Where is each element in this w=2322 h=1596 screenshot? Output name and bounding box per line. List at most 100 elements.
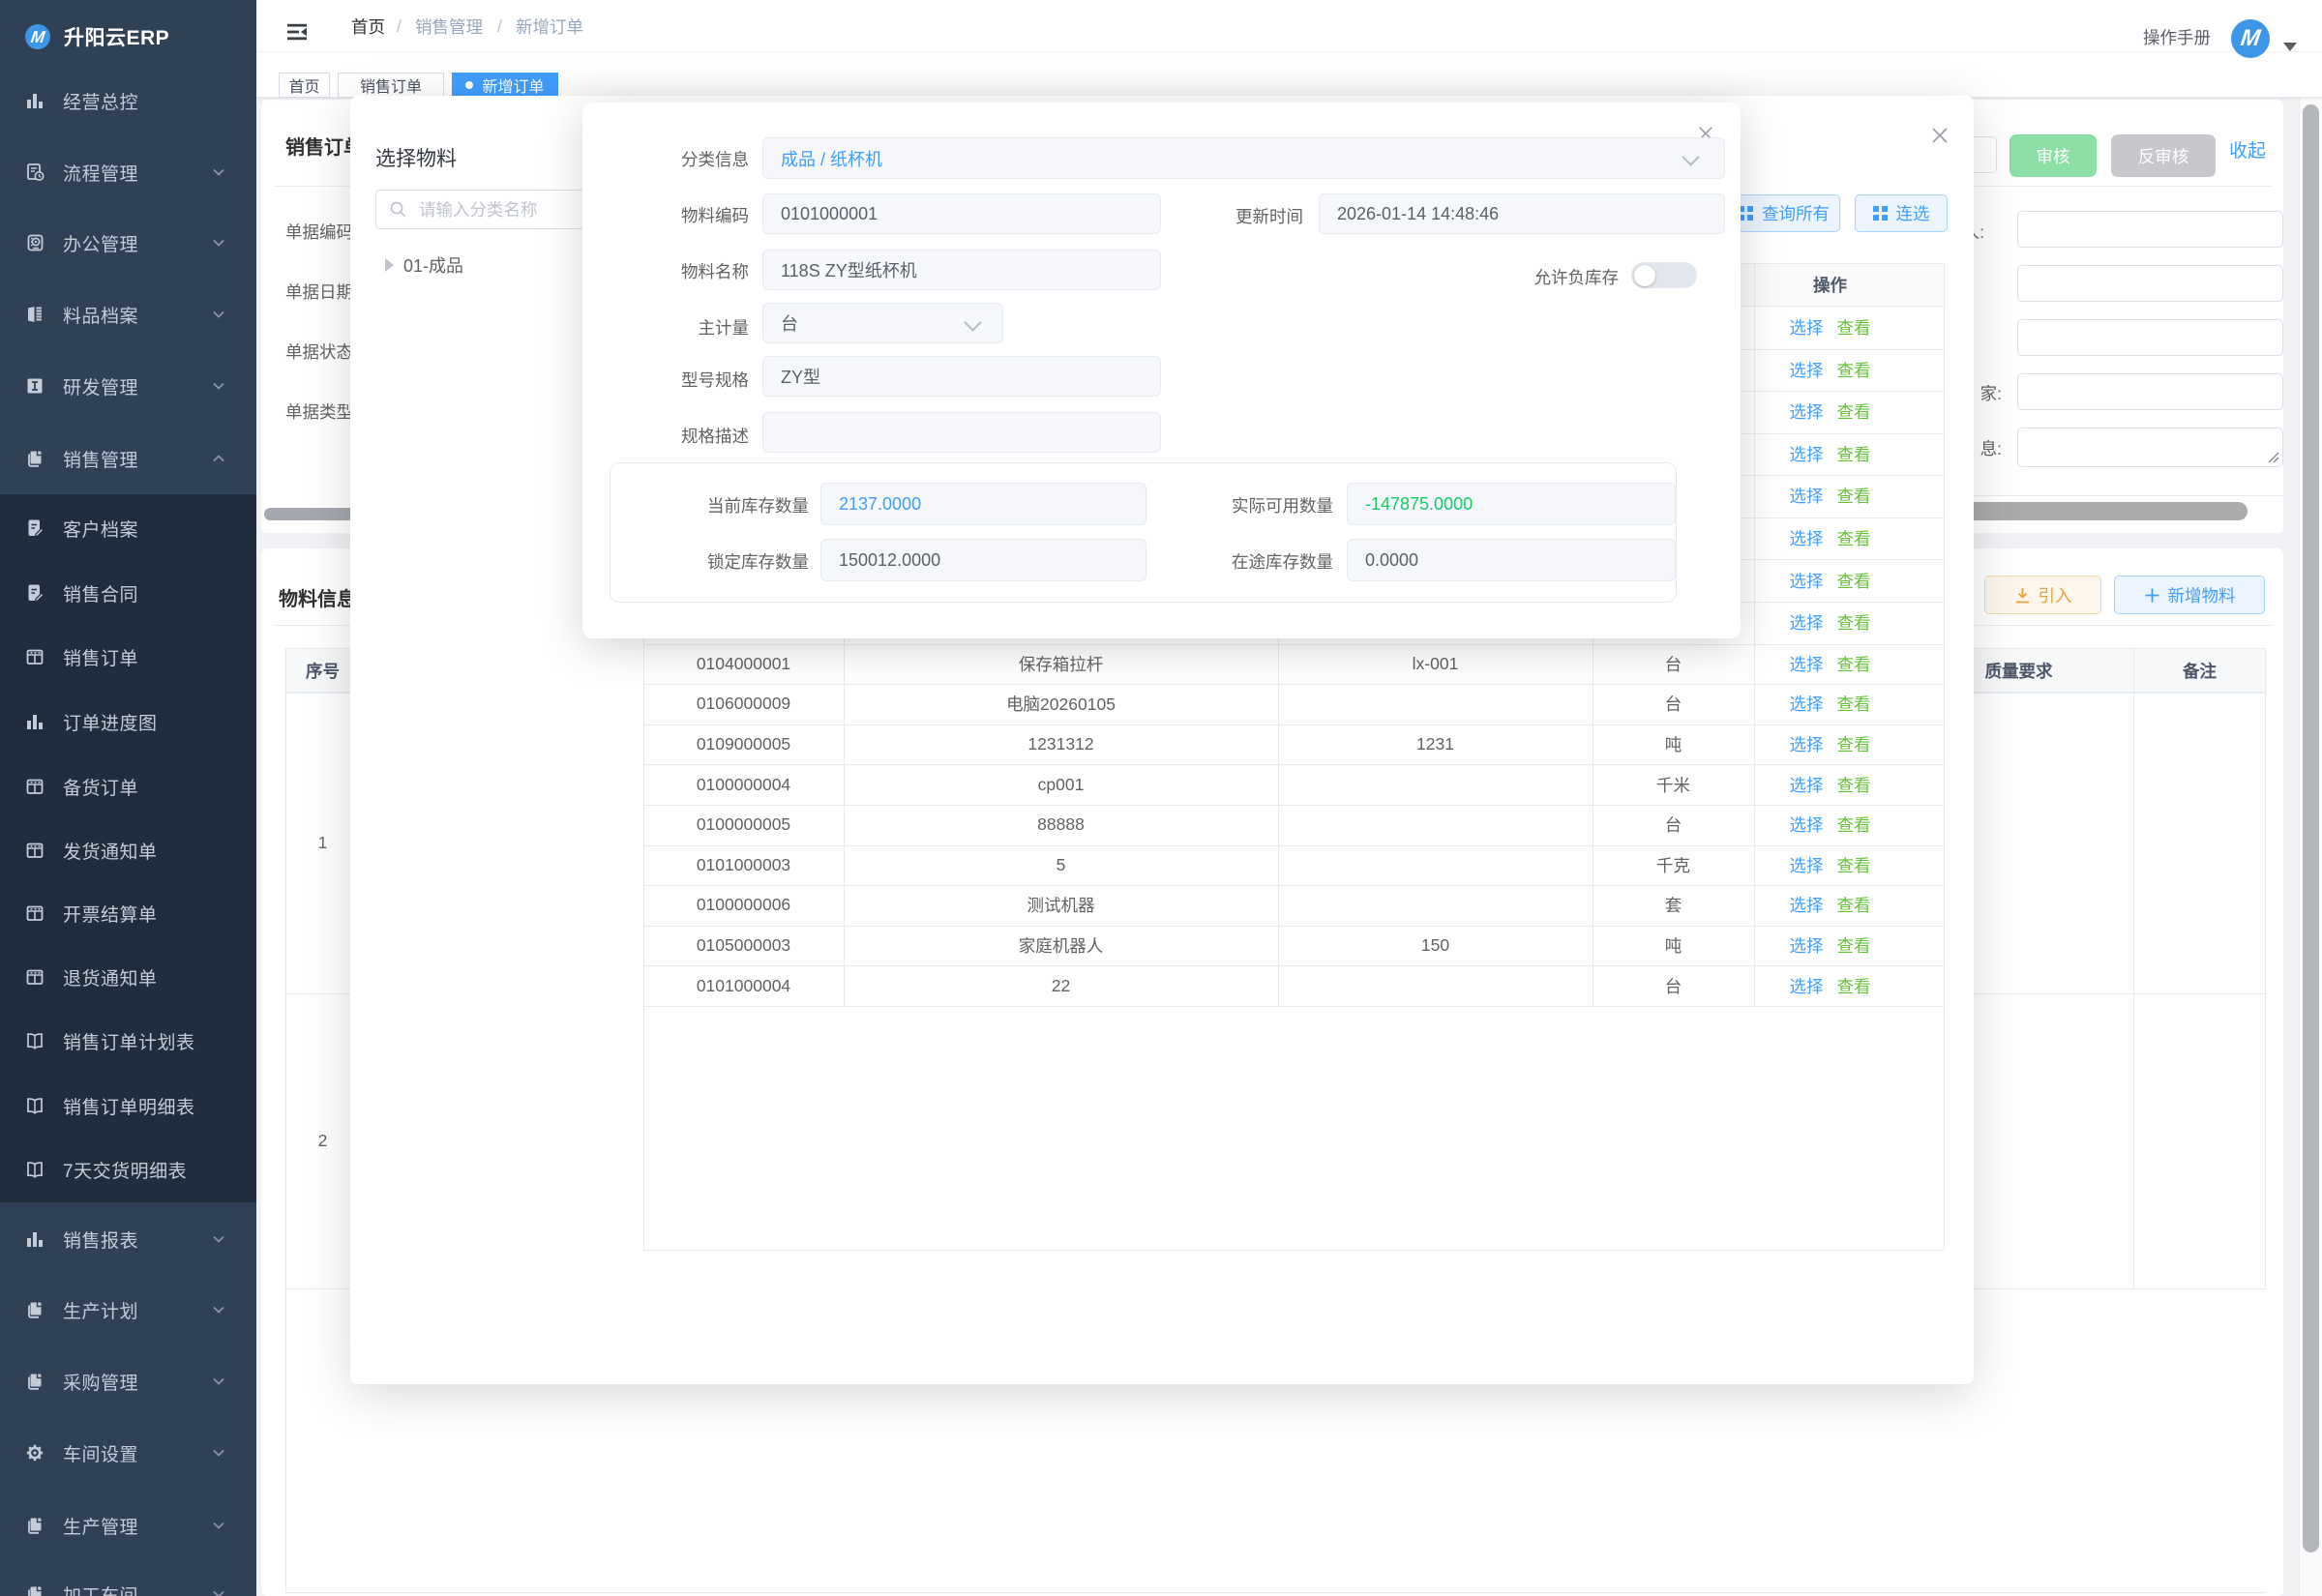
sidebar-item-6[interactable]: 客户档案 [0,496,256,560]
add-material-button[interactable]: 新增物料 [2114,576,2265,614]
sidebar-item-10[interactable]: 备货订单 [0,754,256,818]
sidebar-item-18[interactable]: 生产计划 [0,1278,256,1342]
sidebar-item-5[interactable]: 销售管理 [0,427,256,490]
select-link[interactable]: 选择 [1790,358,1824,382]
select-link[interactable]: 选择 [1790,484,1824,508]
select-link[interactable]: 选择 [1790,652,1824,676]
stock-current-input[interactable]: 2137.0000 [820,483,1146,525]
textarea-resize-grip[interactable] [2266,450,2279,463]
sidebar-item-8[interactable]: 销售订单 [0,625,256,689]
select-link[interactable]: 选择 [1790,773,1824,797]
order-right-input-0[interactable] [2017,211,2283,248]
sidebar-item-22[interactable]: 加工车间 [0,1562,256,1596]
view-link[interactable]: 查看 [1837,484,1871,508]
sidebar-item-17[interactable]: 销售报表 [0,1207,256,1271]
select-link[interactable]: 选择 [1790,526,1824,550]
view-link[interactable]: 查看 [1837,692,1871,716]
unit-select[interactable]: 台 [762,303,1003,343]
sidebar-item-9[interactable]: 订单进度图 [0,690,256,754]
import-button[interactable]: 引入 [1984,576,2101,614]
view-link[interactable]: 查看 [1837,442,1871,466]
breadcrumb-home[interactable]: 首页 [351,0,385,52]
view-link[interactable]: 查看 [1837,813,1871,837]
sidebar: M 升阳云ERP 经营总控 流程管理 办公管理 料品档案 研发管理 销售管理 客… [0,0,256,1596]
order-right-input-1[interactable] [2017,265,2283,302]
view-link[interactable]: 查看 [1837,569,1871,593]
select-link[interactable]: 选择 [1790,569,1824,593]
tab-sales-order[interactable]: 销售订单 [338,73,444,98]
view-link[interactable]: 查看 [1837,933,1871,958]
name-input[interactable]: 118S ZY型纸杯机 [762,250,1161,290]
view-link[interactable]: 查看 [1837,974,1871,998]
query-all-button[interactable]: 查询所有 [1728,194,1840,232]
tab-home[interactable]: 首页 [279,73,330,98]
stock-avail-input[interactable]: -147875.0000 [1347,483,1676,525]
select-link[interactable]: 选择 [1790,442,1824,466]
order-right-input-3[interactable] [2017,373,2283,410]
view-link[interactable]: 查看 [1837,399,1871,424]
sidebar-item-2[interactable]: 办公管理 [0,211,256,275]
sidebar-item-14[interactable]: 销售订单计划表 [0,1009,256,1073]
select-link[interactable]: 选择 [1790,399,1824,424]
sidebar-item-11[interactable]: 发货通知单 [0,818,256,882]
sidebar-item-19[interactable]: 采购管理 [0,1349,256,1413]
sidebar-item-15[interactable]: 销售订单明细表 [0,1074,256,1138]
order-right-input-2[interactable] [2017,319,2283,356]
view-link[interactable]: 查看 [1837,732,1871,756]
code-input[interactable]: 0101000001 [762,193,1161,234]
view-link[interactable]: 查看 [1837,358,1871,382]
vertical-scrollbar-track[interactable] [2299,98,2322,1596]
vertical-scrollbar-thumb[interactable] [2303,104,2319,1552]
category-select[interactable]: 成品 / 纸杯机 [762,137,1725,179]
select-link[interactable]: 选择 [1790,610,1824,635]
tree-caret-icon[interactable] [385,258,394,272]
modal-close-icon[interactable] [1930,126,1950,145]
desc-input[interactable] [762,412,1161,453]
sidebar-item-0[interactable]: 经营总控 [0,69,256,133]
sidebar-item-4[interactable]: 研发管理 [0,354,256,418]
select-link[interactable]: 选择 [1790,813,1824,837]
sidebar-item-13[interactable]: 退货通知单 [0,945,256,1009]
view-link[interactable]: 查看 [1837,853,1871,877]
select-link[interactable]: 选择 [1790,893,1824,917]
view-link[interactable]: 查看 [1837,893,1871,917]
collapse-link[interactable]: 收起 [2229,136,2266,163]
caret-down-icon[interactable] [2283,43,2297,51]
tab-new-order[interactable]: 新增订单 [452,73,558,98]
multi-select-button[interactable]: 连选 [1855,194,1948,232]
select-link[interactable]: 选择 [1790,933,1824,958]
unaudit-button[interactable]: 反审核 [2111,134,2216,177]
manual-link[interactable]: 操作手册 [2143,11,2211,63]
sidebar-item-3[interactable]: 料品档案 [0,282,256,346]
view-link[interactable]: 查看 [1837,610,1871,635]
sidebar-item-1[interactable]: 流程管理 [0,140,256,204]
sidebar-item-12[interactable]: 开票结算单 [0,881,256,945]
sidebar-item-label: 销售合同 [63,580,138,606]
sidebar-item-20[interactable]: 车间设置 [0,1421,256,1485]
hamburger-icon[interactable] [286,21,308,43]
stock-transit-input[interactable]: 0.0000 [1347,539,1676,581]
audit-button[interactable]: 审核 [2009,134,2097,177]
grid-icon [1873,206,1888,221]
select-link[interactable]: 选择 [1790,974,1824,998]
model-input[interactable]: ZY型 [762,356,1161,397]
tree-node-label[interactable]: 01-成品 [403,252,463,278]
select-link[interactable]: 选择 [1790,732,1824,756]
sidebar-item-7[interactable]: 销售合同 [0,561,256,625]
breadcrumb-sales[interactable]: 销售管理 [415,0,483,52]
sidebar-item-21[interactable]: 生产管理 [0,1493,256,1557]
select-link[interactable]: 选择 [1790,315,1824,340]
allow-negative-switch[interactable] [1631,262,1697,288]
avatar[interactable]: M [2231,19,2270,58]
select-link[interactable]: 选择 [1790,692,1824,716]
order-remark-textarea[interactable] [2017,428,2283,467]
select-link[interactable]: 选择 [1790,853,1824,877]
view-link[interactable]: 查看 [1837,773,1871,797]
time-input[interactable]: 2026-01-14 14:48:46 [1319,193,1725,234]
view-link[interactable]: 查看 [1837,652,1871,676]
stock-locked-input[interactable]: 150012.0000 [820,539,1146,581]
sidebar-item-16[interactable]: 7天交货明细表 [0,1138,256,1201]
sidebar-item-label: 流程管理 [63,160,138,186]
view-link[interactable]: 查看 [1837,526,1871,550]
view-link[interactable]: 查看 [1837,315,1871,340]
